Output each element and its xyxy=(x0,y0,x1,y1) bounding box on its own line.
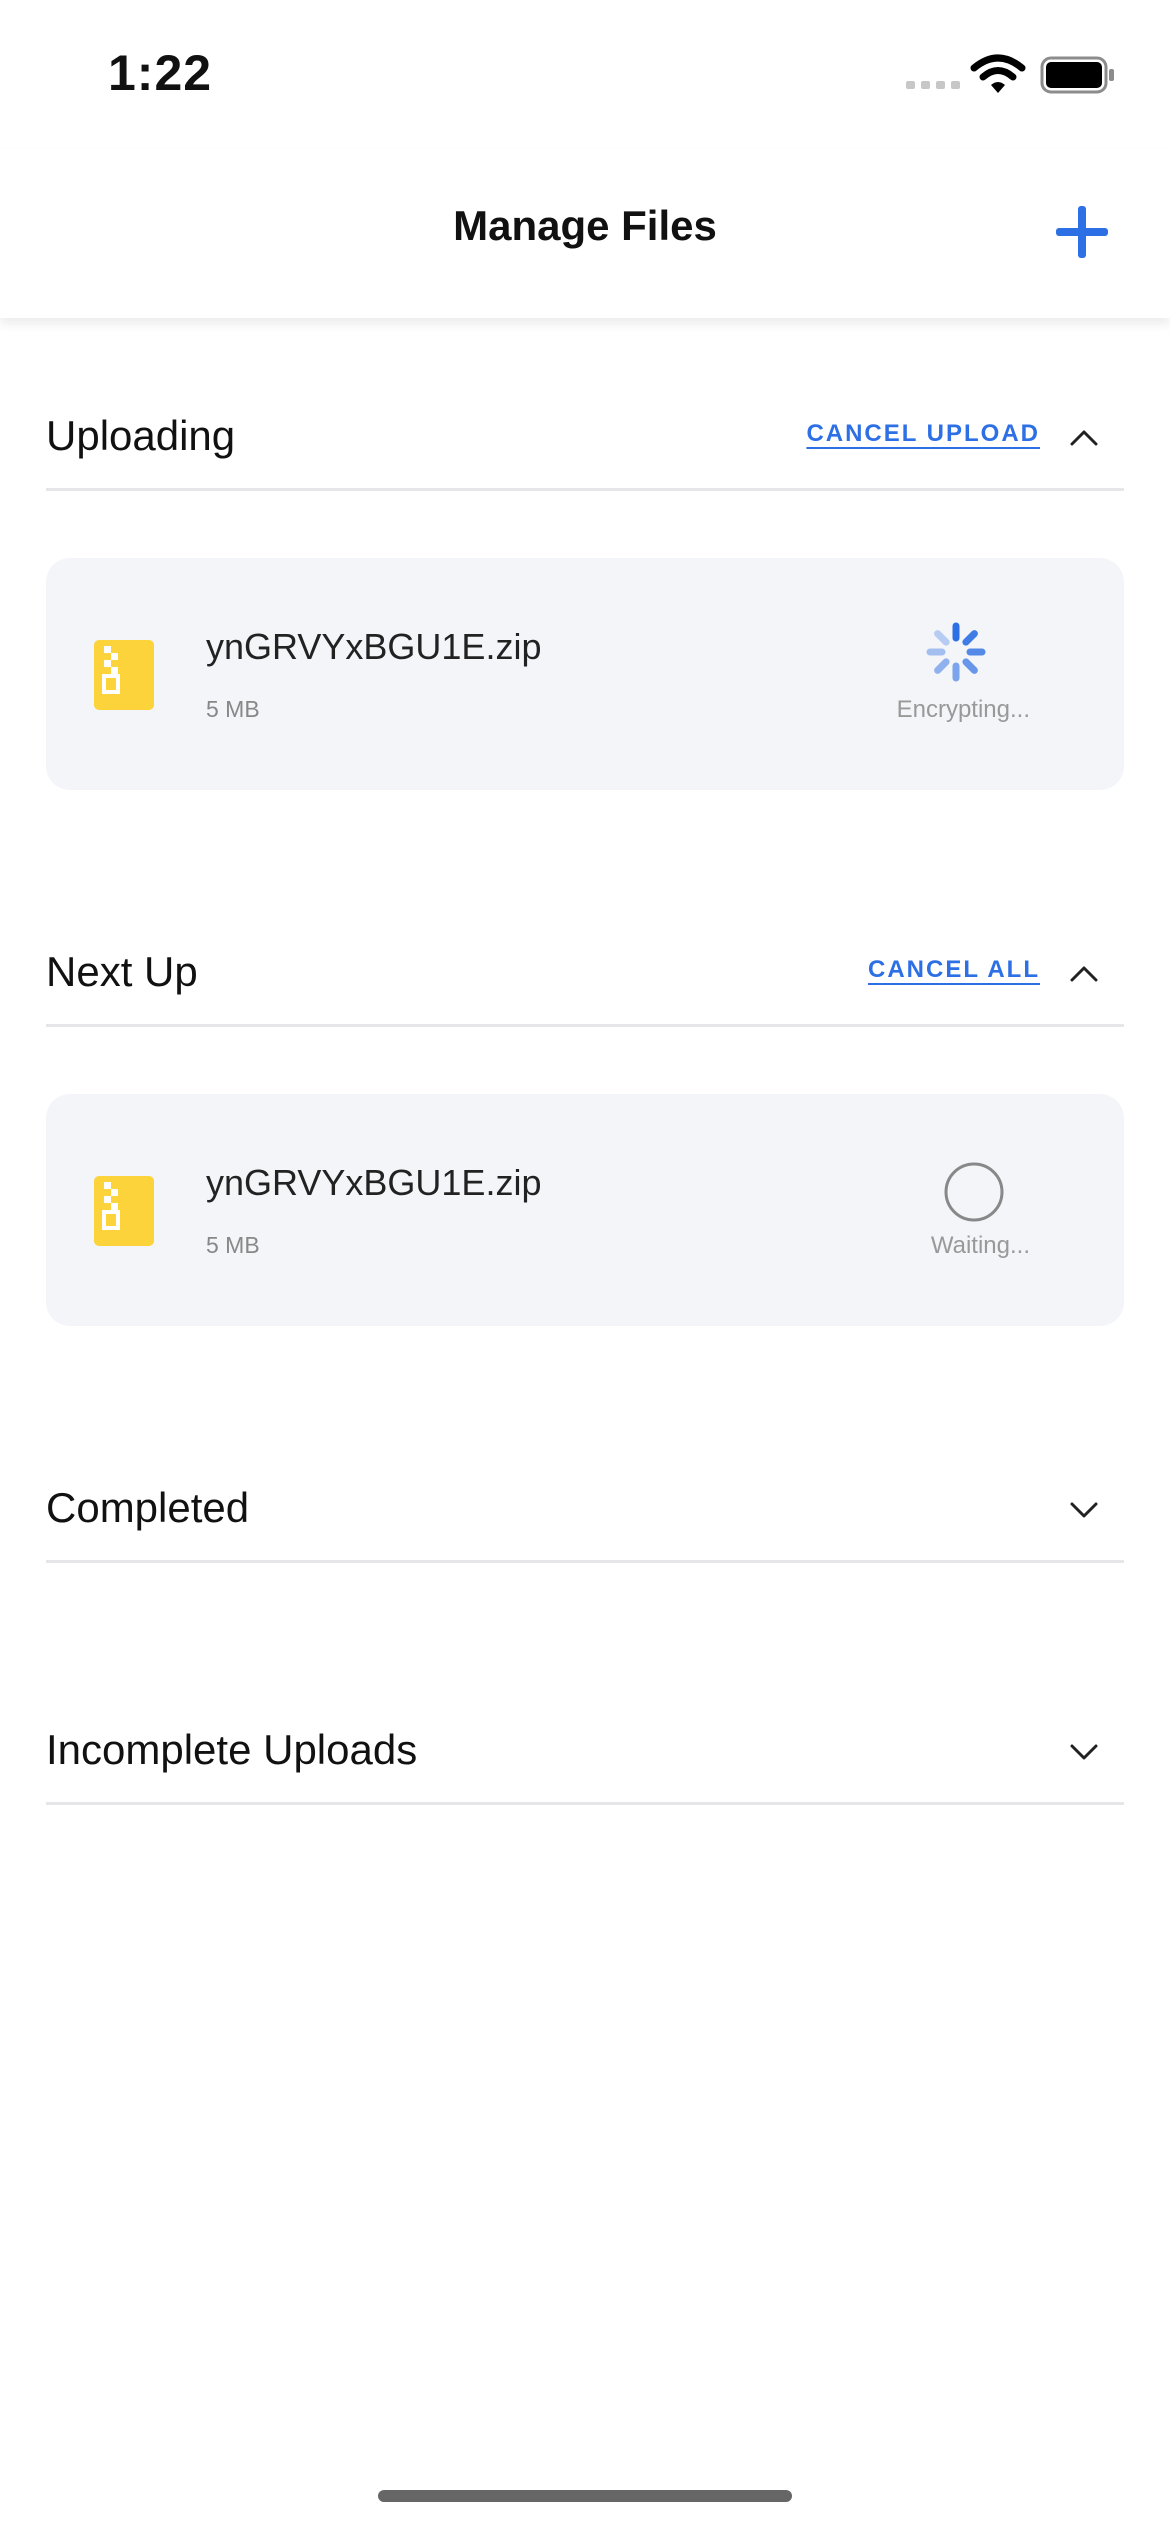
chevron-up-icon[interactable] xyxy=(1066,420,1102,456)
queued-file-card[interactable]: ynGRVYxBGU1E.zip 5 MB Waiting... xyxy=(46,1094,1124,1326)
chevron-up-icon[interactable] xyxy=(1066,956,1102,992)
upload-status-text: Encrypting... xyxy=(896,696,1030,723)
navigation-bar: Manage Files xyxy=(0,150,1170,318)
wifi-icon xyxy=(970,54,1026,93)
section-title-incomplete-uploads: Incomplete Uploads xyxy=(46,1726,418,1773)
section-header-completed[interactable]: Completed xyxy=(46,1460,1124,1563)
section-header-incomplete-uploads[interactable]: Incomplete Uploads xyxy=(46,1702,1124,1805)
upload-file-card[interactable]: ynGRVYxBGU1E.zip 5 MB Encrypting... xyxy=(46,558,1124,790)
file-size: 5 MB xyxy=(206,1232,260,1258)
status-time: 1:22 xyxy=(108,45,213,101)
queued-status-text: Waiting... xyxy=(930,1232,1030,1259)
cancel-all-button[interactable]: CANCEL ALL xyxy=(868,956,1040,984)
section-header-uploading: Uploading CANCEL UPLOAD xyxy=(46,388,1124,491)
zip-file-icon xyxy=(94,640,154,710)
cancel-upload-button[interactable]: CANCEL UPLOAD xyxy=(806,420,1040,448)
zip-file-icon xyxy=(94,1176,154,1246)
section-title-uploading: Uploading xyxy=(46,412,236,459)
battery-icon xyxy=(1040,56,1114,94)
waiting-circle-icon xyxy=(944,1162,1004,1222)
file-name: ynGRVYxBGU1E.zip xyxy=(206,626,542,667)
status-bar: 1:22 xyxy=(0,0,1170,150)
spinner-icon xyxy=(926,622,986,682)
cellular-signal-icon xyxy=(906,81,960,89)
section-title-next-up: Next Up xyxy=(46,948,198,995)
page-title: Manage Files xyxy=(453,202,717,249)
section-header-next-up: Next Up CANCEL ALL xyxy=(46,924,1124,1027)
chevron-down-icon[interactable] xyxy=(1066,1492,1102,1528)
plus-icon[interactable] xyxy=(1052,202,1112,262)
file-name: ynGRVYxBGU1E.zip xyxy=(206,1162,542,1203)
section-title-completed: Completed xyxy=(46,1484,250,1531)
home-indicator[interactable] xyxy=(378,2490,792,2502)
chevron-down-icon[interactable] xyxy=(1066,1734,1102,1770)
file-size: 5 MB xyxy=(206,696,260,722)
